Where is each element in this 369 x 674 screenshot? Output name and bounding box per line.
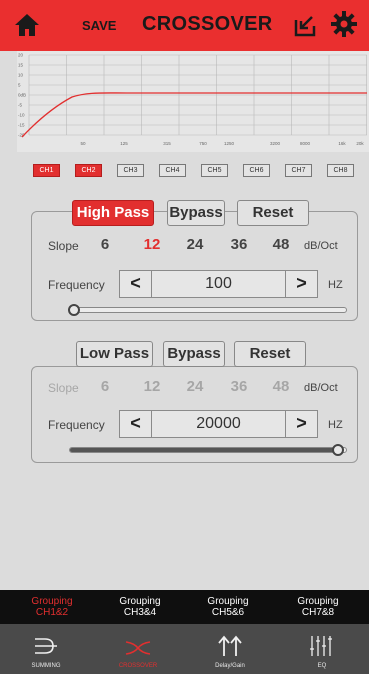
grouping-label: Grouping bbox=[207, 596, 249, 607]
response-graph: 20 15 10 5 0dB -5 -10 -15 -20 50 125 315 750 1250 320… bbox=[17, 51, 369, 152]
highpass-frequency-increment[interactable]: > bbox=[285, 271, 317, 297]
highpass-slope-24[interactable]: 24 bbox=[180, 236, 210, 253]
grouping-bar: Grouping CH1&2 Grouping CH3&4 Grouping C… bbox=[0, 590, 369, 624]
grouping-label: Grouping bbox=[119, 596, 161, 607]
graph-y-tick-label: 10 bbox=[18, 73, 24, 78]
graph-x-tick-label: 8000 bbox=[300, 141, 311, 146]
graph-y-tick-label: 20 bbox=[18, 53, 24, 58]
highpass-slope-unit: dB/Oct bbox=[304, 240, 338, 252]
gear-icon[interactable] bbox=[330, 10, 358, 38]
graph-x-tick-label: 3200 bbox=[270, 141, 281, 146]
highpass-frequency-stepper: < 100 > bbox=[119, 270, 318, 298]
graph-x-tick-label: 750 bbox=[199, 141, 207, 146]
graph-x-tick-label: 20k bbox=[356, 141, 364, 146]
grouping-label: Grouping bbox=[297, 596, 339, 607]
lowpass-reset-button[interactable]: Reset bbox=[234, 341, 306, 367]
lowpass-tab[interactable]: Low Pass bbox=[76, 341, 153, 367]
grouping-channels: CH1&2 bbox=[35, 607, 69, 618]
highpass-bypass-button[interactable]: Bypass bbox=[167, 200, 225, 226]
bottom-nav: SUMMING CROSSOVER Delay/Gain EQ bbox=[0, 624, 369, 674]
lowpass-slope-12[interactable]: 12 bbox=[137, 378, 167, 395]
highpass-tab[interactable]: High Pass bbox=[72, 200, 154, 226]
grouping-ch3-4[interactable]: Grouping CH3&4 bbox=[100, 596, 180, 618]
channel-button-ch3[interactable]: CH3 bbox=[117, 164, 144, 177]
channel-selector: CH1 CH2 CH3 CH4 CH5 CH6 CH7 CH8 bbox=[33, 164, 357, 177]
grouping-label: Grouping bbox=[31, 596, 73, 607]
graph-x-tick-label: 1250 bbox=[224, 141, 235, 146]
graph-y-tick-label: -15 bbox=[18, 123, 25, 128]
nav-delay-gain-label: Delay/Gain bbox=[215, 663, 245, 669]
channel-button-ch5[interactable]: CH5 bbox=[201, 164, 228, 177]
lowpass-slope-unit: dB/Oct bbox=[304, 382, 338, 394]
page-title: CROSSOVER bbox=[142, 13, 273, 35]
nav-crossover[interactable]: CROSSOVER bbox=[92, 624, 184, 674]
lowpass-frequency-value[interactable]: 20000 bbox=[153, 411, 284, 437]
summing-icon bbox=[35, 638, 57, 654]
grouping-channels: CH3&4 bbox=[123, 607, 157, 618]
highpass-frequency-decrement[interactable]: < bbox=[120, 271, 152, 297]
lowpass-slope-36[interactable]: 36 bbox=[224, 378, 254, 395]
graph-y-tick-label: -5 bbox=[18, 103, 22, 108]
channel-button-ch8[interactable]: CH8 bbox=[327, 164, 354, 177]
highpass-slider-handle[interactable] bbox=[68, 304, 80, 316]
channel-button-ch1[interactable]: CH1 bbox=[33, 164, 60, 177]
highpass-slope-label: Slope bbox=[48, 239, 79, 253]
nav-eq-label: EQ bbox=[317, 663, 327, 669]
highpass-slope-6[interactable]: 6 bbox=[90, 236, 120, 253]
grouping-channels: CH7&8 bbox=[301, 607, 335, 618]
channel-button-ch7[interactable]: CH7 bbox=[285, 164, 312, 177]
home-icon[interactable] bbox=[14, 12, 40, 38]
delay-gain-icon bbox=[218, 635, 242, 656]
highpass-frequency-value[interactable]: 100 bbox=[153, 271, 284, 297]
lowpass-frequency-increment[interactable]: > bbox=[285, 411, 317, 437]
graph-x-tick-label: 16k bbox=[338, 141, 346, 146]
lowpass-slider-fill bbox=[70, 448, 342, 452]
lowpass-slope-6[interactable]: 6 bbox=[90, 378, 120, 395]
graph-y-tick-label: -10 bbox=[18, 113, 25, 118]
eq-icon bbox=[310, 636, 332, 656]
graph-x-tick-label: 315 bbox=[163, 141, 171, 146]
lowpass-frequency-stepper: < 20000 > bbox=[119, 410, 318, 438]
graph-x-tick-label: 50 bbox=[80, 141, 86, 146]
nav-delay-gain[interactable]: Delay/Gain bbox=[184, 624, 276, 674]
highpass-panel bbox=[31, 211, 358, 321]
grouping-ch7-8[interactable]: Grouping CH7&8 bbox=[278, 596, 358, 618]
channel-button-ch4[interactable]: CH4 bbox=[159, 164, 186, 177]
lowpass-slope-24[interactable]: 24 bbox=[180, 378, 210, 395]
lowpass-frequency-decrement[interactable]: < bbox=[120, 411, 152, 437]
lowpass-slider-handle[interactable] bbox=[332, 444, 344, 456]
highpass-slope-12[interactable]: 12 bbox=[137, 236, 167, 253]
nav-summing-label: SUMMING bbox=[31, 663, 61, 669]
crossover-icon bbox=[125, 641, 151, 655]
grouping-ch1-2[interactable]: Grouping CH1&2 bbox=[12, 596, 92, 618]
grouping-ch5-6[interactable]: Grouping CH5&6 bbox=[188, 596, 268, 618]
save-button[interactable]: SAVE bbox=[82, 18, 116, 33]
nav-eq[interactable]: EQ bbox=[276, 624, 368, 674]
lowpass-frequency-slider[interactable] bbox=[69, 444, 347, 456]
highpass-frequency-unit: HZ bbox=[328, 279, 343, 291]
lowpass-frequency-unit: HZ bbox=[328, 419, 343, 431]
highpass-slope-48[interactable]: 48 bbox=[266, 236, 296, 253]
highpass-frequency-slider[interactable] bbox=[68, 304, 347, 316]
channel-button-ch6[interactable]: CH6 bbox=[243, 164, 270, 177]
lowpass-bypass-button[interactable]: Bypass bbox=[163, 341, 225, 367]
nav-summing[interactable]: SUMMING bbox=[0, 624, 92, 674]
export-icon[interactable] bbox=[293, 12, 317, 38]
lowpass-frequency-label: Frequency bbox=[48, 418, 105, 432]
highpass-frequency-label: Frequency bbox=[48, 278, 105, 292]
graph-x-tick-label: 125 bbox=[120, 141, 128, 146]
nav-crossover-label: CROSSOVER bbox=[118, 663, 158, 669]
channel-button-ch2[interactable]: CH2 bbox=[75, 164, 102, 177]
graph-y-tick-label: 15 bbox=[18, 63, 24, 68]
grouping-channels: CH5&6 bbox=[211, 607, 245, 618]
highpass-reset-button[interactable]: Reset bbox=[237, 200, 309, 226]
lowpass-slope-label: Slope bbox=[48, 381, 79, 395]
lowpass-slope-48[interactable]: 48 bbox=[266, 378, 296, 395]
highpass-slope-36[interactable]: 36 bbox=[224, 236, 254, 253]
header-bar: SAVE CROSSOVER bbox=[0, 0, 369, 51]
graph-y-tick-label: 5 bbox=[18, 83, 21, 88]
graph-y-tick-label: 0dB bbox=[18, 93, 26, 98]
